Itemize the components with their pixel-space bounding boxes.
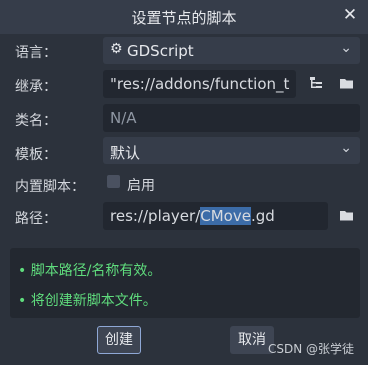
class-tree-icon[interactable] xyxy=(305,73,327,95)
dialog-title: 设置节点的脚本 xyxy=(131,9,237,27)
path-value: res://player/CMove.gd xyxy=(110,207,275,225)
inherits-input[interactable]: "res://addons/function_t xyxy=(103,70,296,98)
folder-icon[interactable] xyxy=(335,205,357,227)
language-label: 语言： xyxy=(15,45,57,61)
language-dropdown[interactable]: ⚙ GDScript ⌄ xyxy=(103,37,360,64)
chevron-down-icon: ⌄ xyxy=(340,40,352,56)
inherits-label: 继承： xyxy=(15,79,57,95)
path-selected-text: CMove xyxy=(200,207,251,225)
template-dropdown[interactable]: 默认 ⌄ xyxy=(103,137,360,164)
template-value: 默认 xyxy=(110,144,141,162)
dialog-titlebar: 设置节点的脚本 ✕ xyxy=(0,0,368,34)
folder-icon[interactable] xyxy=(335,73,357,95)
class-name-value: N/A xyxy=(110,109,137,127)
close-icon[interactable]: ✕ xyxy=(340,5,360,27)
gear-icon: ⚙ xyxy=(110,41,123,57)
inherits-value: "res://addons/function_t xyxy=(110,75,290,93)
builtin-script-checkbox-label[interactable]: 启用 xyxy=(127,175,155,195)
builtin-script-label: 内置脚本： xyxy=(15,179,85,195)
template-label: 模板： xyxy=(15,147,57,163)
create-button[interactable]: 创建 xyxy=(97,326,141,354)
class-name-label: 类名： xyxy=(15,113,57,129)
validation-message-box: • 脚本路径/名称有效。 • 将创建新脚本文件。 xyxy=(10,248,360,318)
message-new-file: • 将创建新脚本文件。 xyxy=(18,293,157,309)
message-path-valid: • 脚本路径/名称有效。 xyxy=(18,263,162,279)
class-name-input[interactable]: N/A xyxy=(103,104,360,132)
language-value: GDScript xyxy=(127,42,194,60)
builtin-script-checkbox[interactable] xyxy=(107,175,120,188)
chevron-down-icon: ⌄ xyxy=(340,140,352,156)
path-label: 路径： xyxy=(15,211,57,227)
watermark: CSDN @张学徒 xyxy=(267,342,354,356)
path-input[interactable]: res://player/CMove.gd xyxy=(103,202,328,230)
